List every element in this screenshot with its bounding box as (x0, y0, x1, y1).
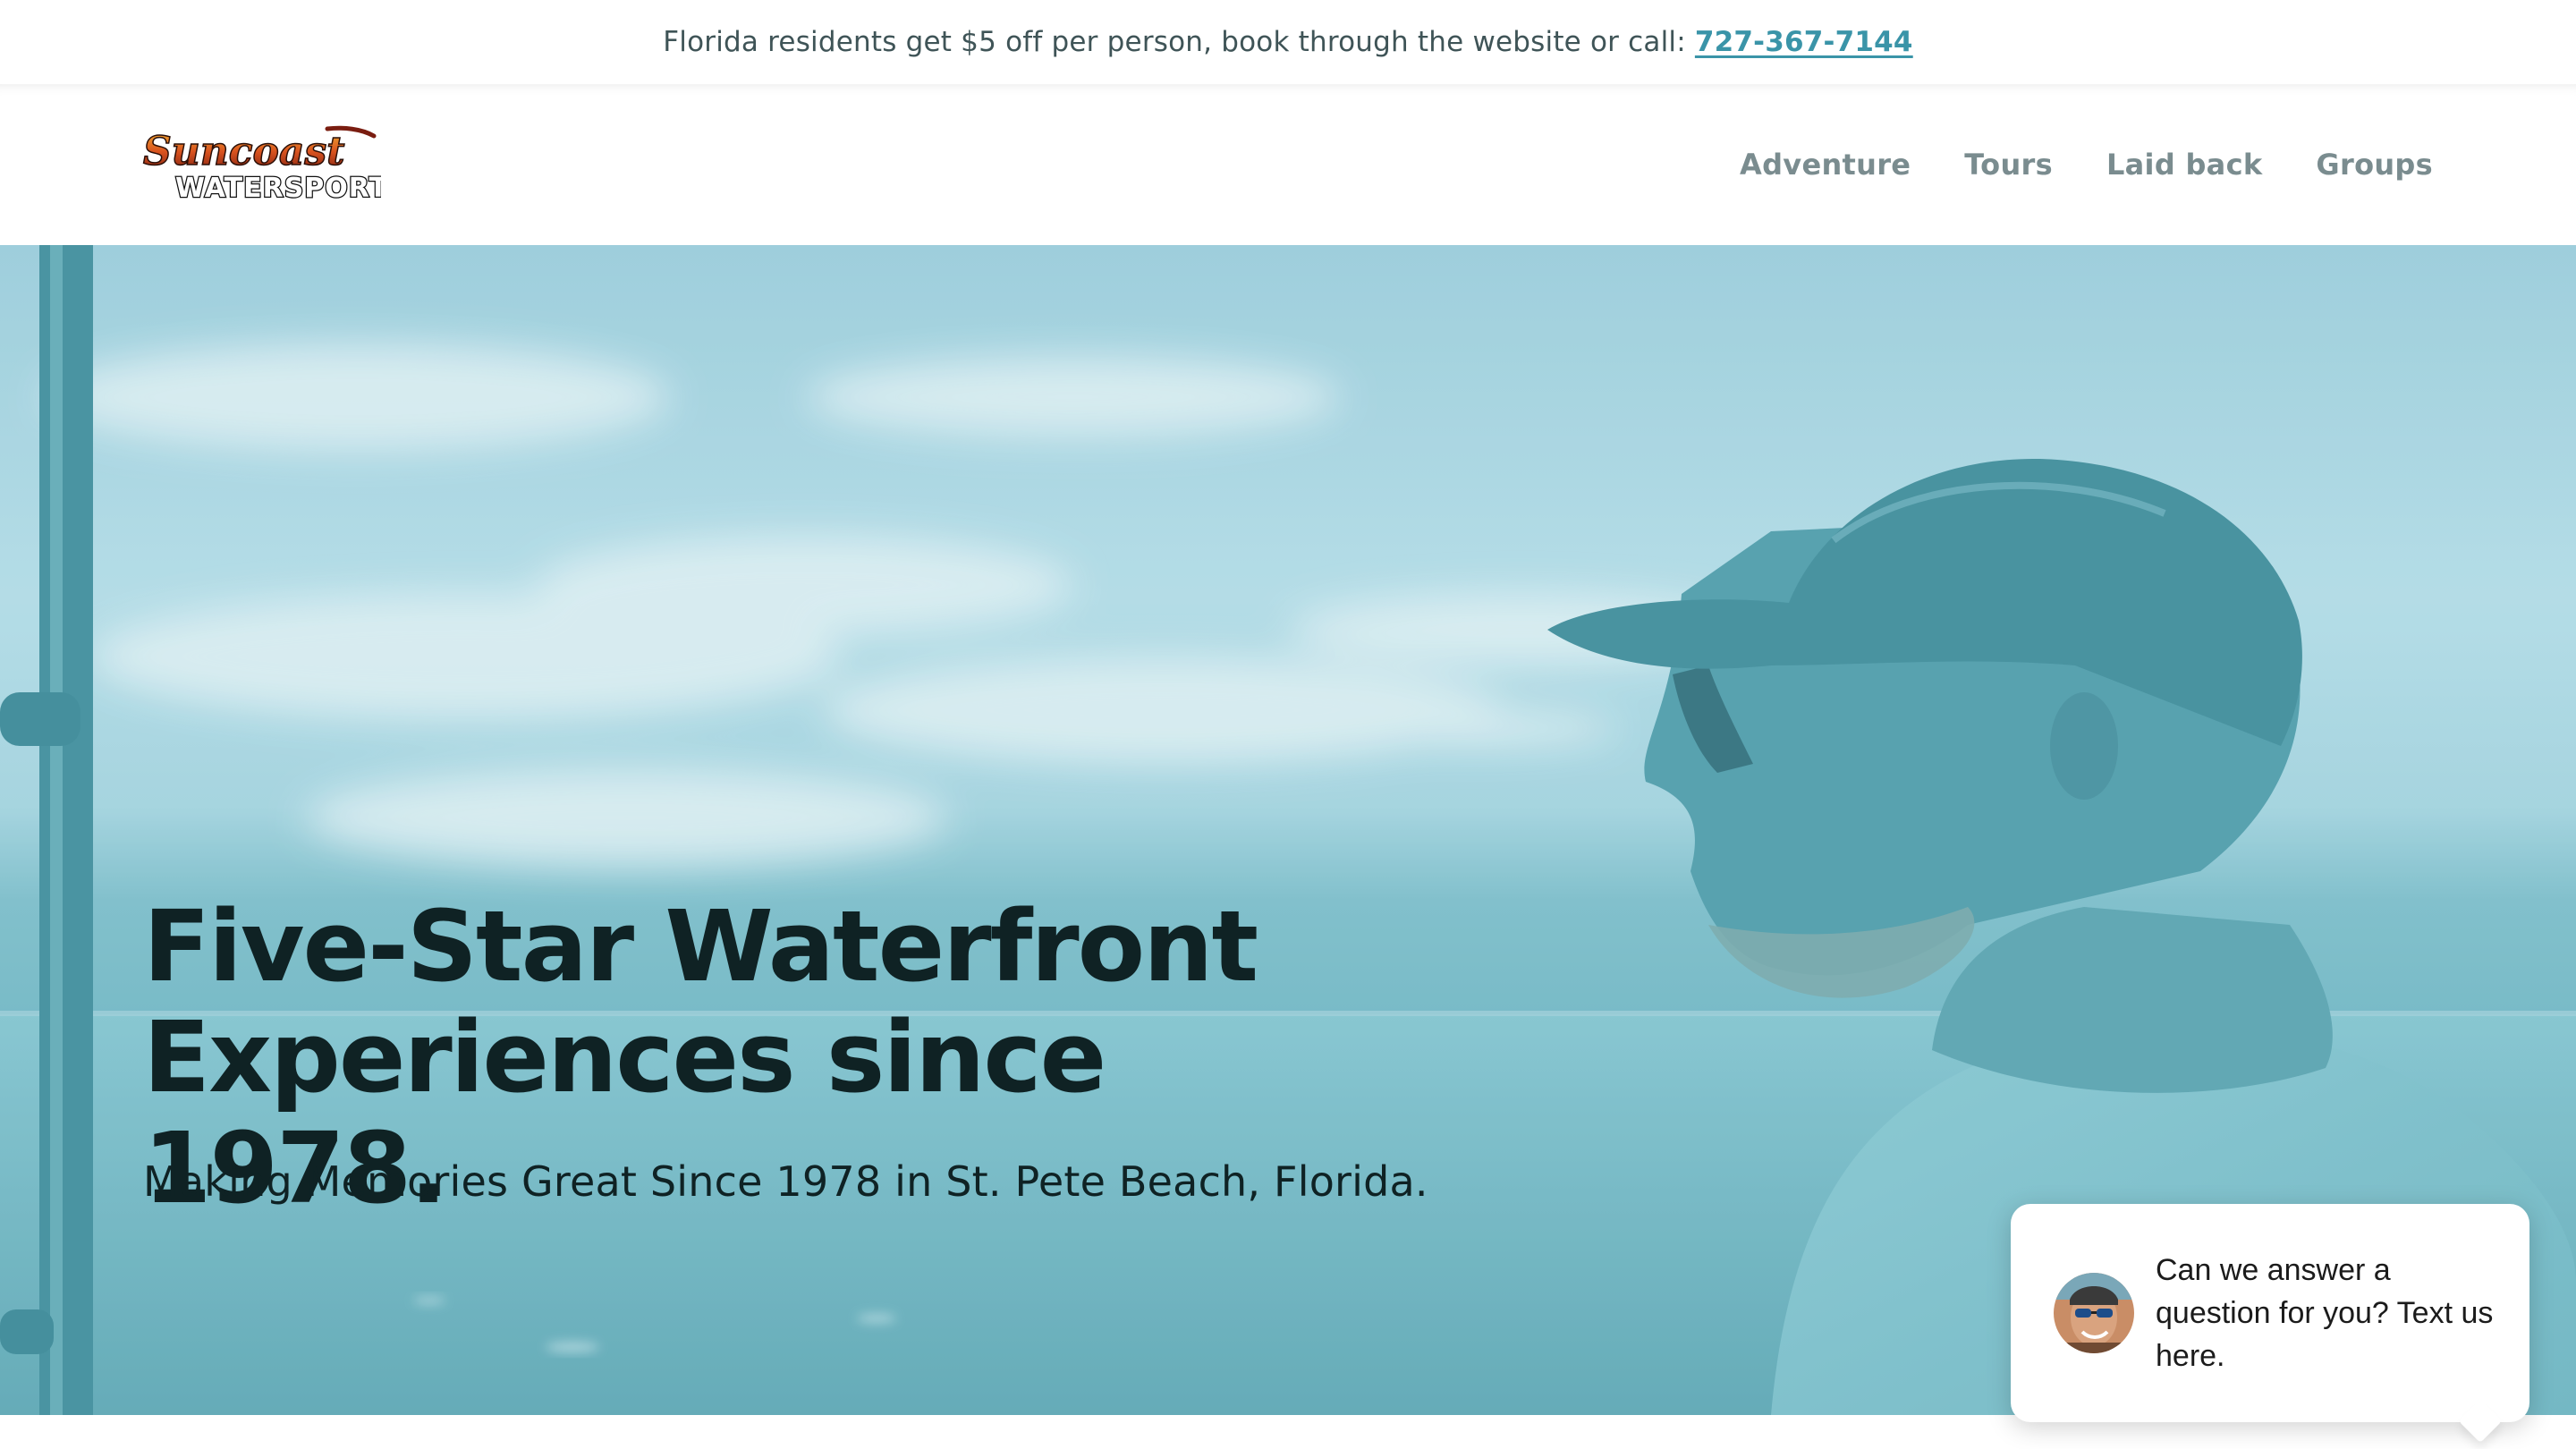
chat-message: Can we answer a question for you? Text u… (2156, 1253, 2494, 1373)
nav-item-laid-back[interactable]: Laid back (2106, 148, 2262, 182)
chat-widget[interactable]: Can we answer a question for you? Text u… (2011, 1204, 2529, 1422)
agent-avatar-image (2054, 1273, 2134, 1353)
svg-text:WATERSPORTS: WATERSPORTS (175, 173, 381, 204)
site-header: Suncoast WATERSPORTS Adventure Tours Lai… (0, 84, 2576, 245)
nav-item-adventure[interactable]: Adventure (1740, 148, 1911, 182)
phone-link[interactable]: 727-367-7144 (1695, 26, 1913, 58)
hero-subtitle: Making Memories Great Since 1978 in St. … (143, 1157, 1428, 1206)
logo[interactable]: Suncoast WATERSPORTS (140, 123, 409, 205)
nav-item-tours[interactable]: Tours (1964, 148, 2053, 182)
nav-item-groups[interactable]: Groups (2316, 148, 2433, 182)
avatar (2054, 1273, 2134, 1353)
main-nav: Adventure Tours Laid back Groups (1740, 84, 2433, 245)
announcement-text: Florida residents get $5 off per person,… (663, 26, 1686, 58)
announcement-bar: Florida residents get $5 off per person,… (0, 0, 2576, 84)
svg-text:Suncoast: Suncoast (143, 129, 345, 174)
logo-image: Suncoast WATERSPORTS (142, 125, 409, 205)
